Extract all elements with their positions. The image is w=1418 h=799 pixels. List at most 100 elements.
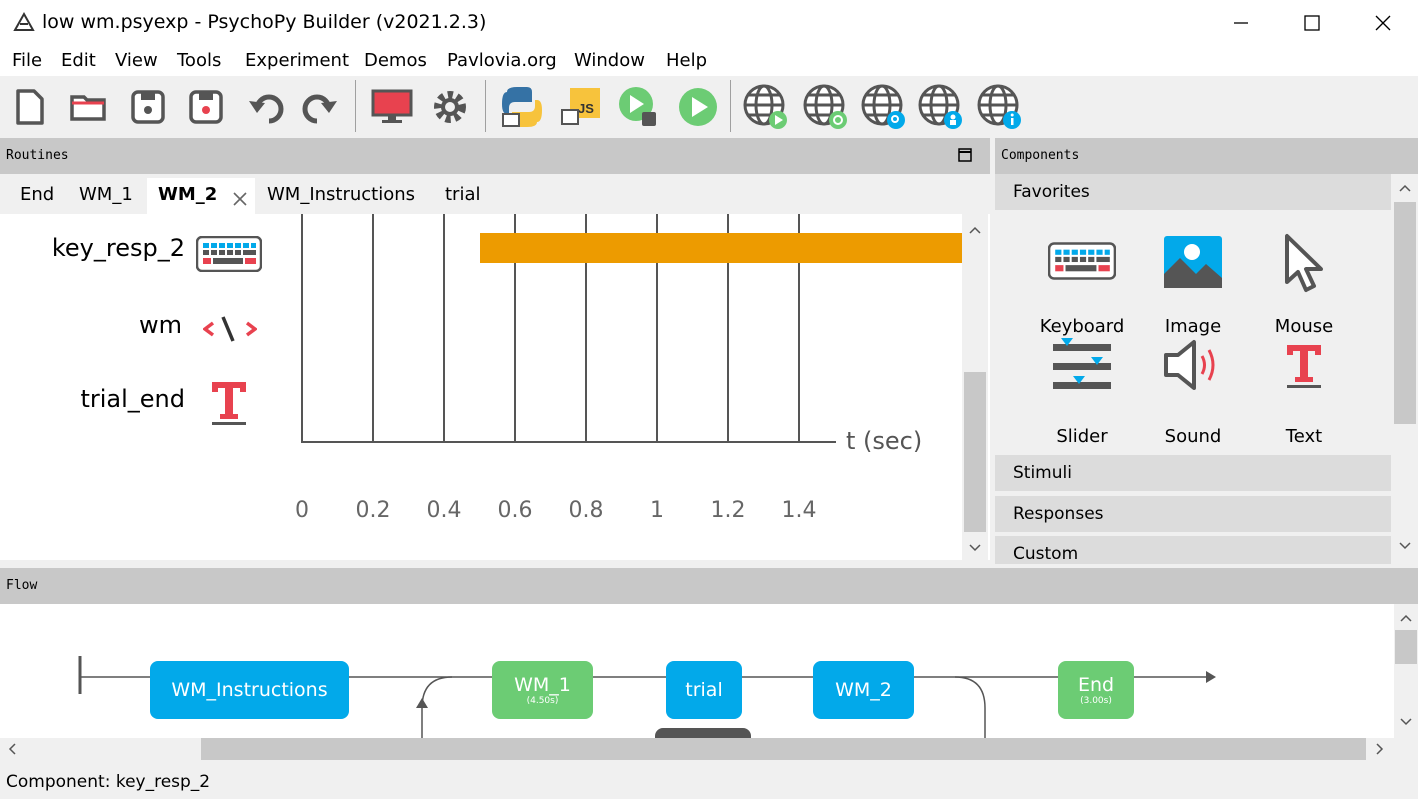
menu-experiment[interactable]: Experiment	[245, 50, 349, 71]
category-custom-label: Custom	[1013, 544, 1079, 564]
tab-wm-instructions[interactable]: WM_Instructions	[267, 174, 415, 214]
minimize-button[interactable]	[1206, 0, 1276, 46]
duration-bar-key-resp-2[interactable]	[479, 233, 962, 263]
redo-button[interactable]	[296, 82, 346, 132]
flow-item-duration: (3.00s)	[1080, 696, 1112, 706]
scroll-thumb[interactable]	[1394, 202, 1416, 424]
text-icon[interactable]	[208, 378, 250, 426]
component-label-trial-end[interactable]: trial_end	[0, 385, 185, 413]
scroll-up-icon[interactable]	[1399, 184, 1411, 192]
pavlovia-user-icon	[918, 84, 962, 129]
close-tab-icon[interactable]	[233, 192, 247, 206]
routine-scrollbar[interactable]	[962, 214, 988, 560]
category-stimuli[interactable]: Stimuli	[995, 455, 1391, 491]
component-image[interactable]: Image	[1138, 228, 1248, 338]
close-button[interactable]	[1348, 0, 1418, 46]
save-as-button[interactable]	[181, 82, 231, 132]
menu-edit[interactable]: Edit	[61, 50, 96, 71]
flow-hscrollbar[interactable]	[0, 738, 1394, 760]
flow-routine-wm-1[interactable]: WM_1 (4.50s)	[492, 661, 593, 719]
component-label-wm[interactable]: wm	[0, 311, 182, 339]
scroll-down-icon[interactable]	[1399, 542, 1411, 550]
js-compile-button[interactable]: JS	[556, 82, 606, 132]
tab-wm-2-label: WM_2	[158, 184, 218, 205]
pavlovia-sync-button[interactable]	[801, 82, 851, 132]
flow-routine-wm-instructions[interactable]: WM_Instructions	[150, 661, 349, 719]
component-image-label: Image	[1164, 316, 1222, 337]
slider-icon	[1053, 338, 1111, 389]
routines-header: Routines	[0, 138, 990, 174]
open-button[interactable]	[63, 82, 113, 132]
svg-text:JS: JS	[578, 101, 594, 116]
component-label-key-resp-2[interactable]: key_resp_2	[0, 234, 185, 262]
menu-tools[interactable]: Tools	[177, 50, 221, 71]
scroll-thumb[interactable]	[1395, 630, 1417, 664]
flow-routine-trial[interactable]: trial	[666, 661, 742, 719]
category-favorites[interactable]: Favorites	[995, 174, 1391, 210]
component-slider-label: Slider	[1056, 426, 1108, 447]
tab-end[interactable]: End	[20, 174, 54, 214]
run-local-button[interactable]	[614, 82, 664, 132]
monitor-button[interactable]	[367, 82, 417, 132]
component-sound[interactable]: Sound	[1138, 338, 1248, 448]
scroll-left-icon[interactable]	[8, 743, 16, 755]
flow-item-label: End	[1077, 674, 1115, 696]
scroll-down-icon[interactable]	[1400, 718, 1412, 726]
time-axis-label: t (sec)	[846, 427, 923, 455]
save-button[interactable]	[123, 82, 173, 132]
scroll-up-icon[interactable]	[969, 226, 981, 234]
menu-file[interactable]: File	[12, 50, 42, 71]
pavlovia-run-button[interactable]	[741, 82, 791, 132]
component-text[interactable]: Text	[1249, 338, 1359, 448]
timeline-tick-label: 1	[650, 498, 664, 523]
category-responses[interactable]: Responses	[995, 496, 1391, 532]
timeline-tick-label: 0.8	[568, 498, 604, 523]
pavlovia-info-button[interactable]	[975, 82, 1025, 132]
menu-help[interactable]: Help	[666, 50, 707, 71]
category-responses-label: Responses	[1013, 504, 1104, 524]
open-folder-icon	[70, 95, 106, 121]
maximize-button[interactable]	[1277, 0, 1347, 46]
flow-routine-wm-2[interactable]: WM_2	[813, 661, 914, 719]
tab-wm-2-active[interactable]: WM_2	[147, 178, 255, 214]
flow-routine-end[interactable]: End (3.00s)	[1058, 661, 1134, 719]
scroll-down-icon[interactable]	[969, 544, 981, 552]
new-file-button[interactable]	[5, 82, 55, 132]
code-icon[interactable]	[203, 314, 257, 344]
category-custom[interactable]: Custom	[995, 536, 1391, 564]
flow-header: Flow	[0, 568, 1418, 604]
component-mouse[interactable]: Mouse	[1249, 228, 1359, 338]
flow-panel: WM_Instructions WM_1 (4.50s) trial WM_2 E…	[0, 604, 1418, 738]
menu-window[interactable]: Window	[574, 50, 645, 71]
tab-trial[interactable]: trial	[445, 174, 481, 214]
menu-pavlovia[interactable]: Pavlovia.org	[447, 50, 557, 71]
menu-view[interactable]: View	[115, 50, 158, 71]
menu-demos[interactable]: Demos	[364, 50, 427, 71]
components-scrollbar[interactable]	[1392, 174, 1418, 564]
flow-item-duration: (4.50s)	[526, 696, 559, 706]
panel-maximize-icon[interactable]	[958, 148, 972, 162]
flow-vscrollbar[interactable]	[1394, 604, 1418, 738]
pavlovia-user-button[interactable]	[916, 82, 966, 132]
scroll-up-icon[interactable]	[1400, 614, 1412, 622]
keyboard-icon	[1048, 242, 1116, 280]
run-button[interactable]	[673, 82, 723, 132]
tab-wm-1[interactable]: WM_1	[79, 174, 133, 214]
scroll-right-icon[interactable]	[1376, 743, 1384, 755]
components-panel: Favorites Keyboard Image Mouse Slider So…	[995, 174, 1418, 564]
status-bar: Component: key_resp_2	[0, 764, 1418, 799]
pavlovia-search-button[interactable]	[859, 82, 909, 132]
component-sound-label: Sound	[1164, 426, 1222, 447]
component-keyboard[interactable]: Keyboard	[1027, 228, 1137, 338]
undo-button[interactable]	[240, 82, 290, 132]
python-compile-button[interactable]	[497, 82, 547, 132]
status-text: Component: key_resp_2	[6, 772, 211, 792]
component-slider[interactable]: Slider	[1027, 338, 1137, 448]
keyboard-icon[interactable]	[196, 236, 262, 272]
menu-bar: File Edit View Tools Experiment Demos Pa…	[0, 46, 1418, 76]
scroll-thumb[interactable]	[201, 738, 1366, 760]
scroll-thumb[interactable]	[964, 372, 986, 532]
preferences-button[interactable]	[425, 82, 475, 132]
pavlovia-info-icon	[977, 84, 1021, 129]
js-icon: JS	[561, 88, 600, 125]
